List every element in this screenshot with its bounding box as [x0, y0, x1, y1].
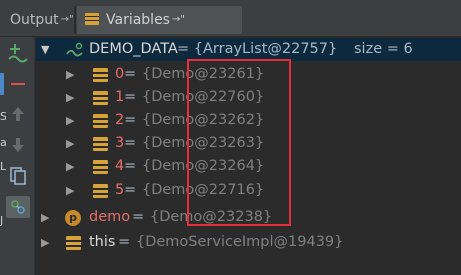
equals-sign: =: [124, 89, 137, 105]
highlight-annotation-box: [187, 59, 291, 226]
equals-sign: =: [124, 158, 137, 174]
move-up-icon[interactable]: [6, 103, 30, 125]
tab-variables-label: Variables: [106, 12, 170, 28]
variable-name: DEMO_DATA: [89, 41, 178, 57]
collapse-arrow-icon[interactable]: ▶: [66, 86, 74, 109]
variables-icon: [85, 13, 99, 25]
item-index: 1: [115, 89, 125, 105]
remove-watch-icon[interactable]: [6, 73, 30, 95]
tree-row-demo-data[interactable]: ▼ DEMO_DATA = {ArrayList@22757} size = 6: [36, 38, 461, 61]
field-icon: [66, 236, 81, 250]
tab-output[interactable]: Output →": [0, 6, 74, 34]
equals-sign: =: [124, 66, 137, 82]
panel-edge-strip: [0, 73, 4, 95]
equals-sign: =: [124, 182, 137, 198]
collapse-arrow-icon[interactable]: ▶: [66, 155, 74, 178]
pin-icon: →": [171, 14, 185, 25]
tab-variables[interactable]: Variables →": [77, 6, 242, 34]
collapse-arrow-icon[interactable]: ▶: [41, 231, 49, 254]
field-icon: [93, 160, 108, 174]
add-watch-icon[interactable]: [6, 41, 30, 63]
field-icon: [93, 114, 108, 128]
field-icon: [93, 184, 108, 198]
collapse-arrow-icon[interactable]: ▶: [66, 132, 74, 155]
item-index: 3: [115, 135, 125, 151]
collapse-arrow-icon[interactable]: ▶: [66, 109, 74, 132]
tree-row-this[interactable]: ▶ this = {DemoServiceImpl@19439}: [36, 231, 461, 254]
item-index: 2: [115, 112, 125, 128]
equals-sign: =: [132, 209, 145, 225]
watches-toolbar: S a L J: [0, 37, 35, 275]
equals-sign: =: [124, 135, 137, 151]
collapse-arrow-icon[interactable]: ▶: [41, 206, 49, 229]
pin-icon: →": [60, 14, 74, 25]
variable-name: this: [89, 234, 116, 250]
parameter-icon: p: [65, 210, 81, 226]
collapse-arrow-icon[interactable]: ▶: [66, 63, 74, 86]
equals-sign: =: [124, 112, 137, 128]
collapse-arrow-icon[interactable]: ▶: [66, 179, 74, 202]
tab-output-label: Output: [10, 12, 59, 28]
expand-arrow-icon[interactable]: ▼: [41, 38, 49, 61]
tab-divider: [74, 6, 76, 34]
variable-name: demo: [89, 209, 131, 225]
item-index: 4: [115, 158, 125, 174]
watches-toggle-icon[interactable]: [6, 196, 30, 218]
collection-size: size = 6: [354, 41, 413, 57]
field-icon: [93, 91, 108, 105]
item-index: 0: [115, 66, 125, 82]
equals-sign: =: [118, 234, 131, 250]
variable-value: = {ArrayList@22757}: [177, 41, 338, 57]
field-icon: [93, 68, 108, 82]
move-down-icon[interactable]: [6, 134, 30, 156]
variable-value: {DemoServiceImpl@19439}: [136, 234, 344, 250]
copy-icon[interactable]: [6, 165, 30, 187]
item-index: 5: [115, 182, 125, 198]
watch-icon: [66, 42, 83, 57]
field-icon: [93, 137, 108, 151]
tab-bar: Output →" Variables →": [0, 0, 461, 37]
